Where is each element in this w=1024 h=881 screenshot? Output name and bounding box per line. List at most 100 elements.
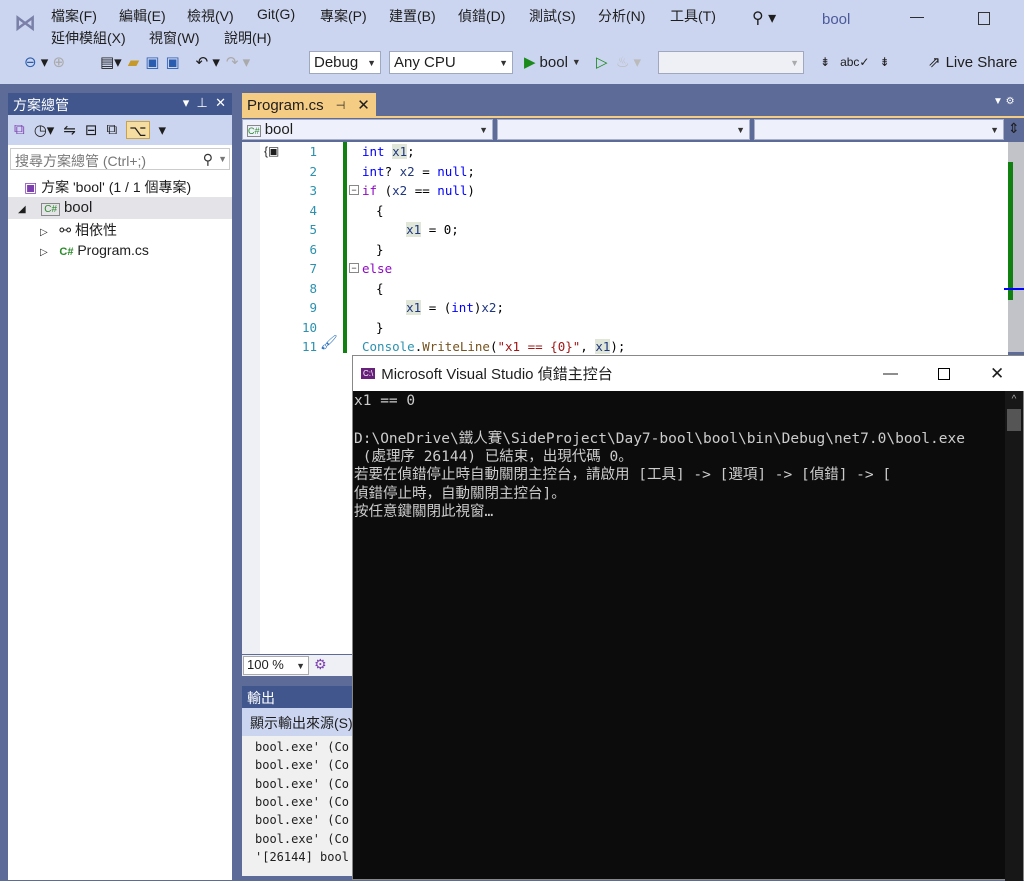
open-icon[interactable]: ▰ bbox=[128, 53, 140, 71]
search-placeholder: 搜尋方案總管 (Ctrl+;) bbox=[15, 153, 147, 169]
project-label: bool bbox=[63, 199, 93, 216]
menu-item[interactable]: 檔案(F) bbox=[51, 6, 97, 26]
tree-dependencies[interactable]: ▷ ⚯ 相依性 bbox=[40, 220, 117, 240]
menu-item[interactable]: 偵錯(D) bbox=[458, 6, 505, 26]
format-icon[interactable]: ⇟ bbox=[820, 55, 830, 69]
show-all-icon[interactable]: ⌥ bbox=[126, 121, 150, 140]
start-label: bool bbox=[539, 53, 568, 71]
save-icon[interactable]: ▣ bbox=[145, 53, 159, 71]
menu-item[interactable]: 延伸模組(X) bbox=[51, 28, 126, 48]
history-icon[interactable]: ◷▾ bbox=[34, 121, 55, 139]
split-icon[interactable]: ⇕ bbox=[1008, 120, 1020, 137]
output-line: bool.exe' (Co bbox=[255, 813, 349, 828]
nav-member-select[interactable]: ▼ bbox=[754, 119, 1004, 140]
maximize-button[interactable] bbox=[938, 367, 950, 380]
panel-controls[interactable]: ▾ ⊥ ✕ bbox=[183, 95, 226, 111]
save-all-icon[interactable]: ▣ bbox=[165, 53, 179, 71]
menu-item[interactable]: 編輯(E) bbox=[119, 6, 166, 26]
code-token: else bbox=[362, 261, 393, 276]
code-line: int? x2 = null; bbox=[362, 162, 475, 181]
close-icon[interactable]: ✕ bbox=[357, 96, 370, 114]
nav-scope-select[interactable]: C# bool ▼ bbox=[242, 119, 493, 140]
spellcheck-icon[interactable]: abc✓ bbox=[840, 55, 869, 69]
back-button[interactable]: ⊖ ▾ ⊕ bbox=[24, 50, 65, 74]
code-token: x1 bbox=[406, 222, 422, 237]
config-select[interactable]: Debug ▼ bbox=[309, 51, 381, 74]
solution-explorer-header: 方案總管 ▾ ⊥ ✕ bbox=[8, 93, 232, 115]
csharp-file-icon: C# bbox=[59, 246, 74, 258]
code-line: x1 = 0; bbox=[376, 220, 459, 239]
menu-item[interactable]: 檢視(V) bbox=[187, 6, 234, 26]
solution-label: 方案 'bool' (1 / 1 個專案) bbox=[41, 179, 192, 195]
quick-action-icon[interactable]: 🖌 bbox=[320, 334, 338, 351]
search-icon: ⚲ bbox=[202, 151, 213, 167]
output-source-label[interactable]: 顯示輸出來源(S) bbox=[242, 708, 352, 736]
code-token: , bbox=[580, 339, 596, 354]
zoom-select[interactable]: 100 % ▼ bbox=[243, 656, 309, 675]
output-line: bool.exe' (Co bbox=[255, 831, 349, 846]
editor-scrollbar[interactable] bbox=[1004, 142, 1024, 352]
maximize-button[interactable] bbox=[978, 12, 990, 25]
pin-icon[interactable]: ⊣ bbox=[336, 99, 346, 112]
collapse-icon[interactable]: ⊟ bbox=[85, 121, 98, 139]
console-line: x1 == 0 bbox=[354, 393, 416, 409]
code-token: = bbox=[414, 163, 438, 179]
copy-icon[interactable]: ⧉ bbox=[107, 121, 118, 139]
menu-item[interactable]: 建置(B) bbox=[389, 6, 436, 26]
menu-item[interactable]: 專案(P) bbox=[320, 6, 367, 26]
window-title: bool bbox=[822, 11, 851, 28]
tab-program-cs[interactable]: Program.cs ⊣ ✕ bbox=[242, 93, 376, 117]
live-share-button[interactable]: ⇗ Live Share bbox=[928, 50, 1017, 74]
start-button[interactable]: ▶ bool ▼ bbox=[524, 50, 581, 74]
code-token: { bbox=[376, 280, 384, 296]
title-menu-toolbar: ⋈ 檔案(F) 編輯(E) 檢視(V) Git(G) 專案(P) 建置(B) 偵錯(D) 測試… bbox=[0, 0, 1024, 84]
console-line: 偵錯停止時，自動關閉主控台]。 bbox=[354, 485, 566, 502]
solution-search-input[interactable]: 搜尋方案總管 (Ctrl+;) ⚲ ▼ bbox=[10, 148, 230, 170]
collapse-icon[interactable]: − bbox=[349, 185, 359, 195]
zoom-value: 100 % bbox=[247, 657, 284, 672]
tab-overflow-icon[interactable]: ▼ ⚙ bbox=[993, 96, 1015, 107]
code-token: ); bbox=[610, 339, 626, 354]
close-button[interactable]: ✕ bbox=[990, 364, 1004, 384]
console-titlebar: C:\ Microsoft Visual Studio 偵錯主控台 — ✕ bbox=[353, 356, 1024, 391]
tree-project[interactable]: ◢ C# bool bbox=[8, 197, 232, 219]
line-number: 8 bbox=[309, 280, 317, 296]
debug-console-window[interactable]: C:\ Microsoft Visual Studio 偵錯主控台 — ✕ x1 … bbox=[352, 355, 1024, 881]
output-line: bool.exe' (Co bbox=[255, 740, 349, 754]
output-line: bool.exe' (Co bbox=[255, 776, 349, 791]
health-icon[interactable]: ⚙ bbox=[314, 656, 327, 673]
menu-item[interactable]: 工具(T) bbox=[670, 6, 716, 26]
menu-item[interactable]: 說明(H) bbox=[224, 28, 271, 48]
minimize-button[interactable]: — bbox=[910, 8, 924, 24]
menu-item[interactable]: 測試(S) bbox=[529, 6, 576, 26]
share-icon: ⇗ bbox=[928, 54, 941, 71]
nav-type-select[interactable]: ▼ bbox=[497, 119, 750, 140]
code-line: Console.WriteLine("x1 == {0}", x1); bbox=[362, 337, 625, 356]
undo-icon[interactable]: ↶ ▾ bbox=[196, 53, 220, 71]
start-without-debug-button[interactable]: ▷ ♨ ▾ bbox=[596, 50, 641, 74]
line-number: 1 bbox=[309, 144, 317, 159]
expanded-icon: ◢ bbox=[18, 204, 26, 215]
menu-item[interactable]: 分析(N) bbox=[598, 6, 645, 26]
collapse-icon[interactable]: − bbox=[349, 263, 359, 273]
overflow-icon[interactable]: ⇟ bbox=[879, 55, 889, 69]
dependencies-icon: ⚯ bbox=[59, 222, 72, 238]
minimize-button[interactable]: — bbox=[883, 365, 898, 382]
code-line: x1 = (int)x2; bbox=[376, 298, 504, 317]
new-project-icon[interactable]: ▤▾ bbox=[100, 53, 122, 71]
search-icon[interactable]: ⚲ ▾ bbox=[752, 8, 776, 28]
switch-views-icon[interactable]: ⧉ bbox=[14, 121, 25, 139]
line-number: 3 bbox=[309, 183, 317, 198]
debug-target-select[interactable]: ▼ bbox=[658, 51, 804, 74]
platform-select[interactable]: Any CPU ▼ bbox=[389, 51, 513, 74]
menu-item[interactable]: 視窗(W) bbox=[149, 28, 200, 48]
menu-item[interactable]: Git(G) bbox=[257, 6, 295, 22]
redo-icon[interactable]: ↷ ▾ bbox=[226, 53, 250, 71]
line-number: 7 bbox=[309, 261, 317, 276]
console-scrollbar[interactable]: ^ bbox=[1005, 391, 1023, 881]
console-title: Microsoft Visual Studio 偵錯主控台 bbox=[381, 366, 613, 383]
tree-file[interactable]: ▷ C# Program.cs bbox=[40, 242, 149, 258]
sync-icon[interactable]: ⇋ bbox=[63, 121, 76, 139]
tree-solution[interactable]: ▣ 方案 'bool' (1 / 1 個專案) bbox=[24, 177, 191, 197]
line-number: 6 bbox=[309, 241, 317, 257]
